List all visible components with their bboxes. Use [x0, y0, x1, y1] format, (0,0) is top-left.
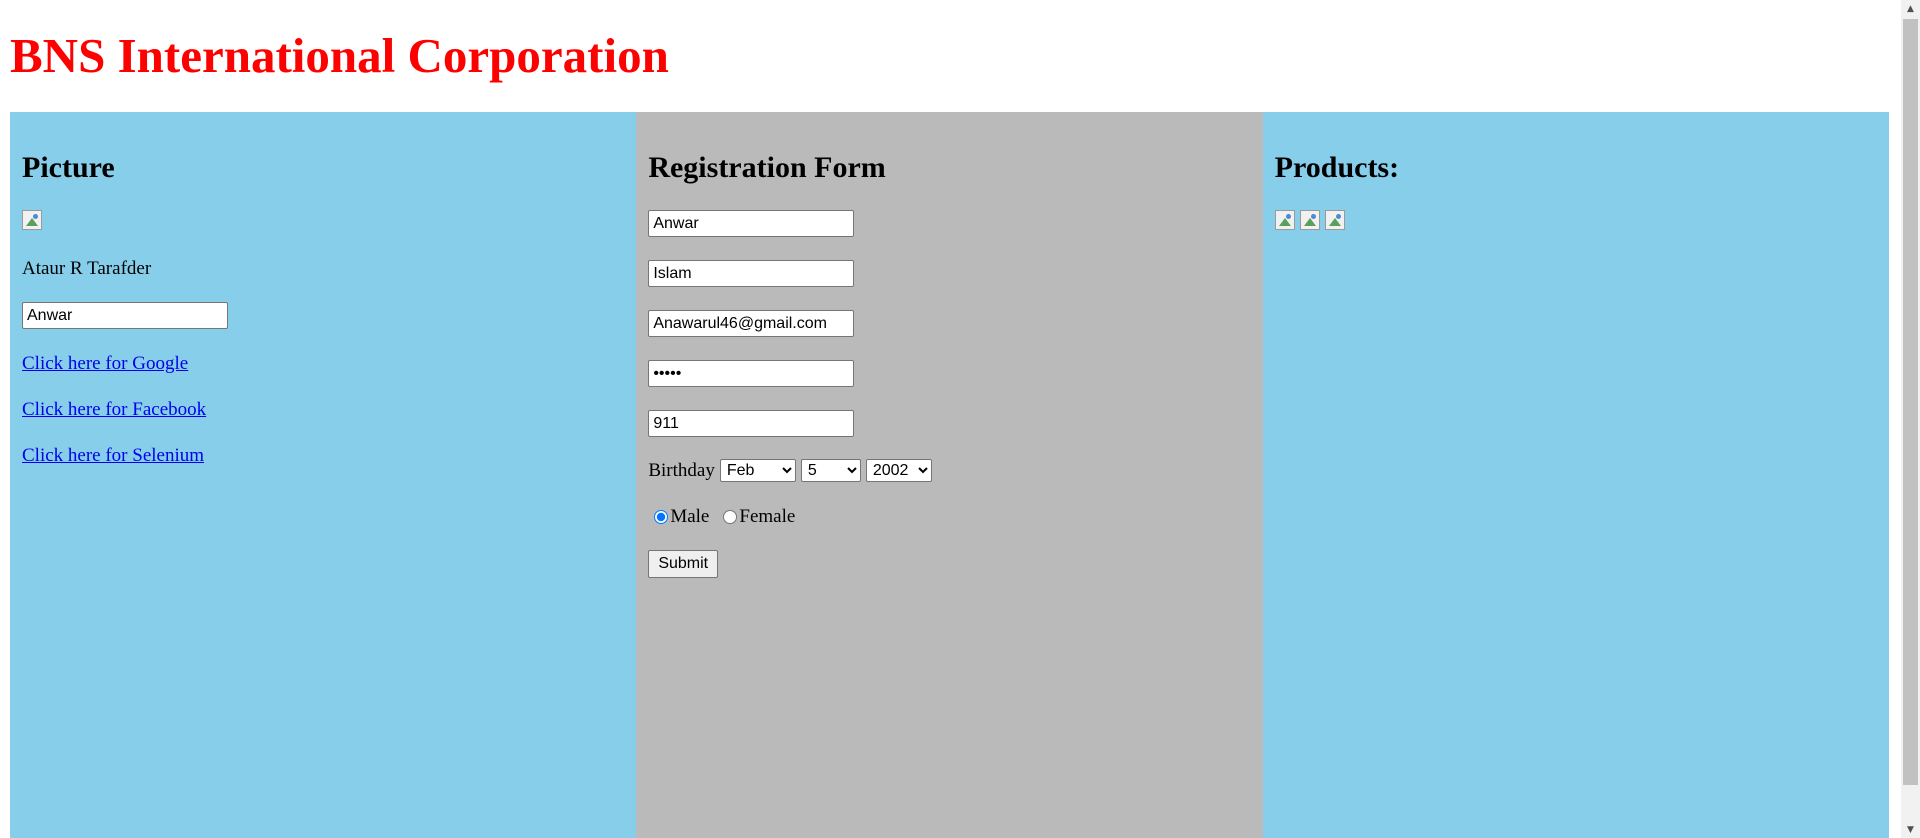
product-2-broken-image-icon[interactable]	[1299, 210, 1320, 230]
male-label: Male	[670, 506, 710, 527]
name-input[interactable]	[22, 302, 228, 329]
password-input[interactable]	[648, 360, 855, 387]
content-columns: Picture Ataur R Tarafder Click here for …	[10, 112, 1889, 838]
product-1-broken-image-icon[interactable]	[1274, 210, 1295, 230]
registration-heading: Registration Form	[648, 151, 886, 184]
person-name: Ataur R Tarafder	[22, 258, 152, 279]
registration-panel: Registration Form Birthday Feb 5 2002	[636, 112, 1263, 838]
products-panel: Products:	[1262, 112, 1889, 838]
selenium-link[interactable]: Click here for Selenium	[22, 445, 624, 467]
vertical-scrollbar[interactable]: ▲ ▼	[1901, 0, 1920, 838]
phone-input[interactable]	[648, 410, 855, 437]
birthday-day-select[interactable]: 5	[800, 459, 861, 482]
products-heading: Products:	[1274, 151, 1400, 184]
product-3-broken-image-icon[interactable]	[1324, 210, 1345, 230]
scroll-thumb[interactable]	[1903, 19, 1918, 785]
first-name-input[interactable]	[648, 210, 855, 237]
last-name-input[interactable]	[648, 260, 855, 287]
birthday-label: Birthday	[648, 459, 715, 481]
email-input[interactable]	[648, 310, 855, 337]
submit-button[interactable]: Submit	[648, 550, 719, 578]
female-radio[interactable]	[723, 510, 738, 524]
facebook-link[interactable]: Click here for Facebook	[22, 399, 624, 421]
scroll-up-arrow-icon[interactable]: ▲	[1901, 0, 1920, 17]
product-images	[1274, 210, 1877, 230]
broken-image-icon	[22, 210, 42, 230]
page: BNS International Corporation Picture At…	[0, 0, 1920, 838]
birthday-year-select[interactable]: 2002	[865, 459, 932, 482]
google-link[interactable]: Click here for Google	[22, 353, 624, 375]
birthday-month-select[interactable]: Feb	[719, 459, 796, 482]
gender-row: Male Female	[648, 506, 1250, 528]
birthday-row: Birthday Feb 5 2002	[648, 459, 1250, 482]
scroll-down-arrow-icon[interactable]: ▼	[1901, 821, 1920, 838]
picture-heading: Picture	[22, 151, 115, 184]
picture-panel: Picture Ataur R Tarafder Click here for …	[10, 112, 637, 838]
female-label: Female	[739, 506, 796, 527]
site-title: BNS International Corporation	[10, 28, 669, 83]
male-radio[interactable]	[654, 510, 669, 524]
